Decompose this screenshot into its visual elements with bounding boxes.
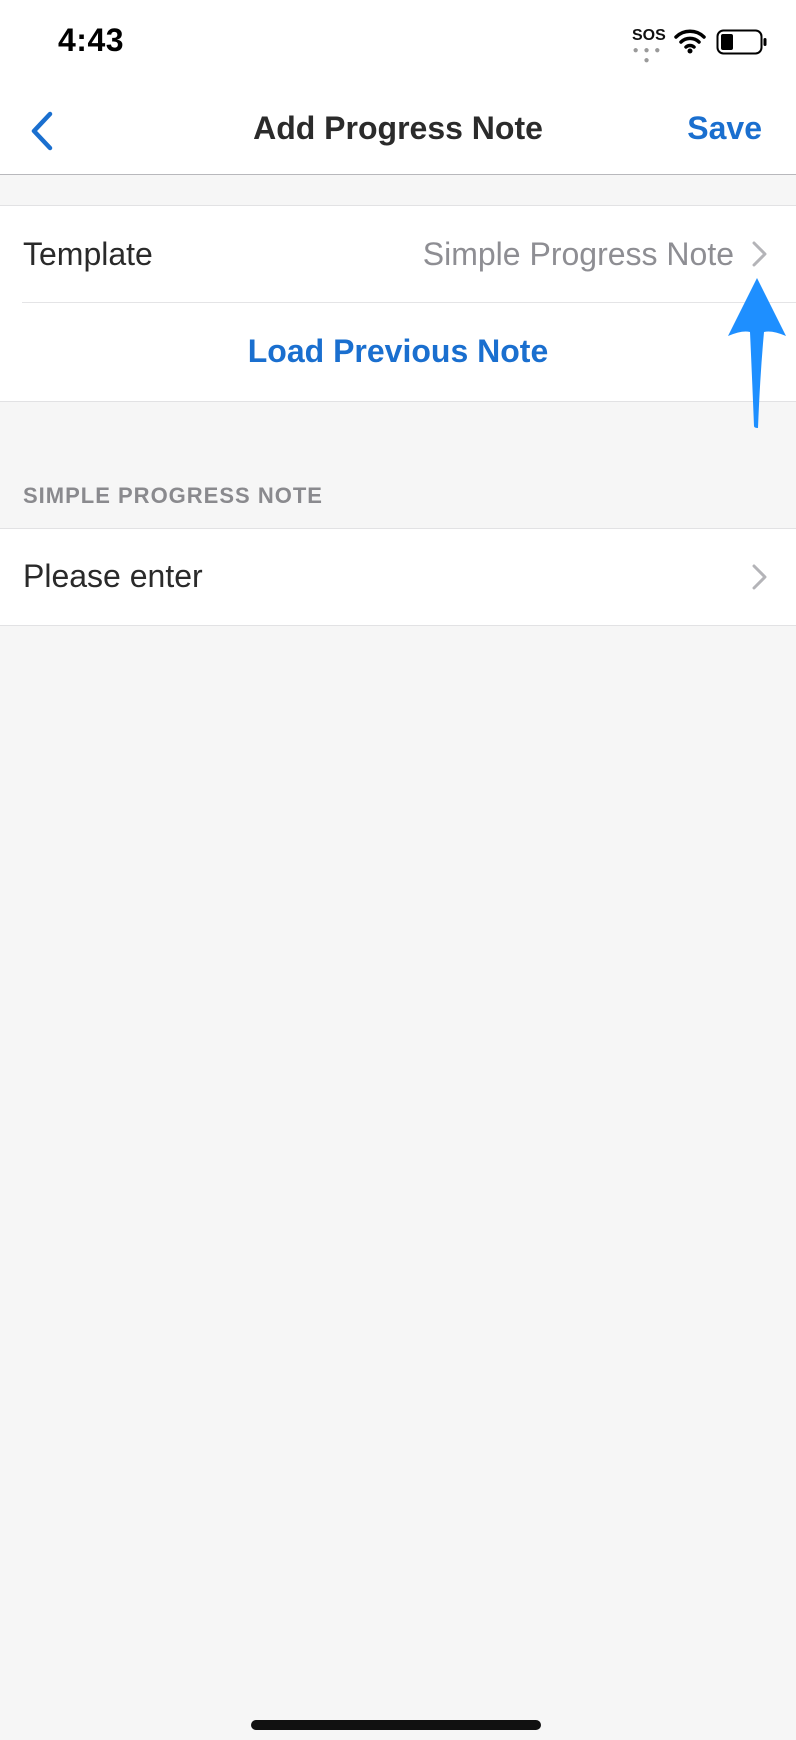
please-enter-label: Please enter xyxy=(23,558,203,594)
sos-indicator: SOS ● ● ● ● xyxy=(632,28,666,66)
signal-dots-icon: ● ● ● ● xyxy=(632,45,662,66)
template-row[interactable]: Template Simple Progress Note xyxy=(0,206,796,302)
page-title: Add Progress Note xyxy=(253,110,543,146)
load-previous-note-button[interactable]: Load Previous Note xyxy=(0,303,796,401)
sos-label: SOS xyxy=(632,27,666,44)
template-label: Template xyxy=(23,236,153,272)
section-header: SIMPLE PROGRESS NOTE xyxy=(23,483,323,508)
template-value: Simple Progress Note xyxy=(422,236,734,272)
save-button[interactable]: Save xyxy=(687,110,762,147)
template-group: Template Simple Progress Note Load Previ… xyxy=(0,205,796,402)
wifi-icon xyxy=(674,29,706,54)
annotation-arrow-icon xyxy=(728,278,786,428)
please-enter-row[interactable]: Please enter xyxy=(0,528,796,626)
load-previous-note-label: Load Previous Note xyxy=(247,333,549,369)
home-indicator xyxy=(251,1720,541,1730)
status-time: 4:43 xyxy=(58,22,125,58)
chevron-right-icon xyxy=(752,241,767,267)
chevron-right-icon xyxy=(752,564,767,590)
top-bar: 4:43 SOS ● ● ● ● Add Progress Note Save xyxy=(0,0,796,175)
battery-icon xyxy=(716,29,767,55)
